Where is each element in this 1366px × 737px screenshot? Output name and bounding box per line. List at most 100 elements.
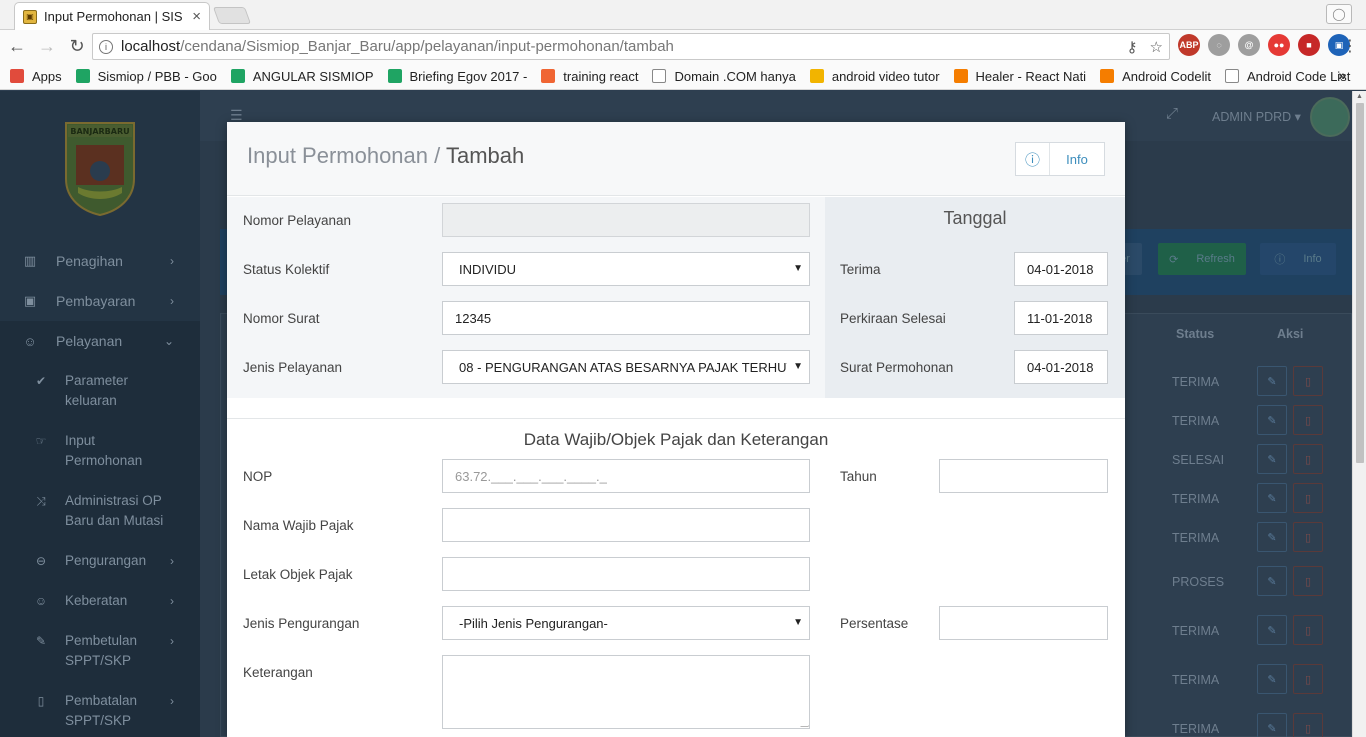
forward-arrow-icon[interactable]: → [34, 34, 60, 60]
pencil-icon: ✎ [1257, 566, 1287, 596]
bookmark-item[interactable]: training react [541, 69, 638, 84]
nop-input[interactable]: 63.72.___.___.___.____._ [442, 459, 810, 493]
nama-wajib-pajak-input[interactable] [442, 508, 810, 542]
bookmark-item[interactable]: ANGULAR SISMIOP [230, 69, 374, 84]
nomor-surat-input[interactable]: 12345 [442, 301, 810, 335]
user-menu[interactable]: ADMIN PDRD ▾ [1212, 109, 1301, 124]
background-status-cell: SELESAI [1172, 453, 1225, 467]
label-keterangan: Keterangan [243, 665, 313, 680]
bookmark-item[interactable]: Healer - React Nati [953, 69, 1086, 84]
reload-icon[interactable]: ↻ [64, 34, 90, 60]
sidebar-subitem[interactable]: ✎ Pembetulan SPPT/SKP › [0, 621, 200, 681]
extension-icon[interactable]: @ [1238, 34, 1260, 56]
banjarbaru-logo: BANJARBARU [65, 122, 135, 217]
perkiraan-selesai-date-input[interactable]: 11-01-2018 [1014, 301, 1108, 335]
url-text[interactable]: localhost/cendana/Sismiop_Banjar_Baru/ap… [121, 38, 1127, 55]
background-status-cell: PROSES [1172, 575, 1225, 589]
refresh-icon: ⟳ [1169, 253, 1179, 266]
avatar[interactable] [1310, 97, 1350, 137]
background-status-cell: TERIMA [1172, 414, 1220, 428]
profile-icon[interactable]: ◯ [1326, 4, 1352, 24]
sidebar-item-penagihan[interactable]: ▥ Penagihan › [0, 241, 200, 281]
label-nop: NOP [243, 469, 273, 484]
tab-close-icon[interactable]: × [192, 8, 201, 25]
background-status-cell: TERIMA [1172, 492, 1220, 506]
key-icon[interactable]: ⚷ [1127, 38, 1138, 56]
label-terima: Terima [840, 262, 881, 277]
persentase-input[interactable] [939, 606, 1108, 640]
sidebar-item-pembayaran[interactable]: ▣ Pembayaran › [0, 281, 200, 321]
letak-objek-pajak-input[interactable] [442, 557, 810, 591]
pencil-icon: ✎ [1257, 522, 1287, 552]
pencil-icon: ✎ [1257, 615, 1287, 645]
sidebar-menu: ▥ Penagihan › ▣ Pembayaran › ☺ Pelayanan ⌄ ✔ Param… [0, 241, 200, 737]
browser-tab-active[interactable]: ▣ Input Permohonan | SIS × [14, 2, 210, 30]
bookmark-star-icon[interactable]: ☆ [1150, 38, 1163, 56]
sidebar-subitem[interactable]: ▯ Pembatalan SPPT/SKP › [0, 681, 200, 737]
chevron-right-icon: › [170, 554, 174, 568]
background-status-cell: TERIMA [1172, 375, 1220, 389]
terima-date-input[interactable]: 04-01-2018 [1014, 252, 1108, 286]
chevron-right-icon: › [170, 594, 174, 608]
trash-icon: ▯ [1293, 522, 1323, 552]
label-jenis-pelayanan: Jenis Pelayanan [243, 360, 343, 375]
trash-icon: ▯ [1293, 366, 1323, 396]
edit-icon: ✎ [35, 634, 47, 648]
bookmark-item[interactable]: Domain .COM hanya [652, 69, 796, 84]
bookmark-favicon-icon [230, 69, 245, 83]
sidebar-item-pelayanan[interactable]: ☺ Pelayanan ⌄ [0, 321, 200, 361]
label-status-kolektif: Status Kolektif [243, 262, 330, 277]
info-button[interactable]: ⓘ Info [1015, 142, 1105, 176]
bookmark-favicon-icon [75, 69, 90, 83]
bookmark-item[interactable]: Android Codelit [1100, 69, 1211, 84]
column-header-aksi: Aksi [1277, 327, 1304, 341]
pencil-icon: ✎ [1257, 444, 1287, 474]
sidebar-subitem[interactable]: ✔ Parameter keluaran [0, 361, 200, 421]
background-status-cell: TERIMA [1172, 722, 1220, 736]
site-favicon-icon: ▣ [23, 9, 37, 24]
browser-menu-icon[interactable]: ⋮ [1342, 36, 1358, 56]
input-permohonan-modal: Input Permohonan / Tambah ⓘ Info Tanggal… [227, 122, 1125, 737]
keterangan-textarea[interactable] [442, 655, 810, 729]
scroll-up-icon[interactable]: ▲ [1356, 93, 1363, 100]
scrollbar-thumb[interactable] [1356, 103, 1364, 463]
site-info-icon[interactable]: i [99, 39, 113, 54]
jenis-pelayanan-select[interactable]: 08 - PENGURANGAN ATAS BESARNYA PAJAK TER… [442, 350, 810, 384]
surat-permohonan-date-input[interactable]: 04-01-2018 [1014, 350, 1108, 384]
status-kolektif-select[interactable]: INDIVIDU ▼ [442, 252, 810, 286]
bookmark-item[interactable]: android video tutor [809, 69, 940, 84]
label-letak-objek-pajak: Letak Objek Pajak [243, 567, 353, 582]
resize-handle-icon[interactable] [800, 719, 809, 727]
bookmark-item[interactable]: Sismiop / PBB - Goo [75, 69, 217, 84]
jenis-pengurangan-select[interactable]: -Pilih Jenis Pengurangan- ▼ [442, 606, 810, 640]
money-icon: ▣ [23, 293, 37, 308]
sidebar-subitem[interactable]: ☺ Keberatan › [0, 581, 200, 621]
tahun-input[interactable] [939, 459, 1108, 493]
bookmark-favicon-icon [1224, 69, 1239, 83]
bookmark-item[interactable]: Android Code List [1224, 69, 1350, 84]
label-nomor-surat: Nomor Surat [243, 311, 320, 326]
check-circle-icon: ✔ [35, 374, 47, 388]
back-arrow-icon[interactable]: ← [4, 34, 30, 60]
fullscreen-icon[interactable]: ⤢ [1166, 105, 1178, 122]
chevron-right-icon: › [170, 694, 174, 708]
extension-icon[interactable]: ◌ [1208, 34, 1230, 56]
background-status-cell: TERIMA [1172, 673, 1220, 687]
bookmarks-bar: Apps Sismiop / PBB - Goo ANGULAR SISMIOP Br… [0, 63, 1366, 90]
bookmark-item[interactable]: Apps [10, 69, 62, 84]
extension-icon[interactable]: ABP [1178, 34, 1200, 56]
page-scrollbar[interactable]: ▲ [1352, 91, 1366, 737]
new-tab-button[interactable] [212, 7, 252, 24]
sidebar-subitem[interactable]: ⤨ Administrasi OP Baru dan Mutasi [0, 481, 200, 541]
browser-toolbar: ← → ↻ i localhost/cendana/Sismiop_Banjar… [0, 30, 1366, 63]
sidebar-subitem[interactable]: ☞ Input Permohonan [0, 421, 200, 481]
background-refresh-button: ⟳ Refresh [1158, 243, 1246, 275]
bookmark-item[interactable]: Briefing Egov 2017 - [387, 69, 527, 84]
sidebar-subitem[interactable]: ⊖ Pengurangan › [0, 541, 200, 581]
extension-icon[interactable]: ■ [1298, 34, 1320, 56]
pencil-icon: ✎ [1257, 483, 1287, 513]
address-bar[interactable]: i localhost/cendana/Sismiop_Banjar_Baru/… [92, 33, 1170, 60]
extension-icon[interactable]: ●● [1268, 34, 1290, 56]
chevron-right-icon: › [170, 634, 174, 648]
bookmarks-overflow-icon[interactable]: » [1338, 67, 1346, 83]
